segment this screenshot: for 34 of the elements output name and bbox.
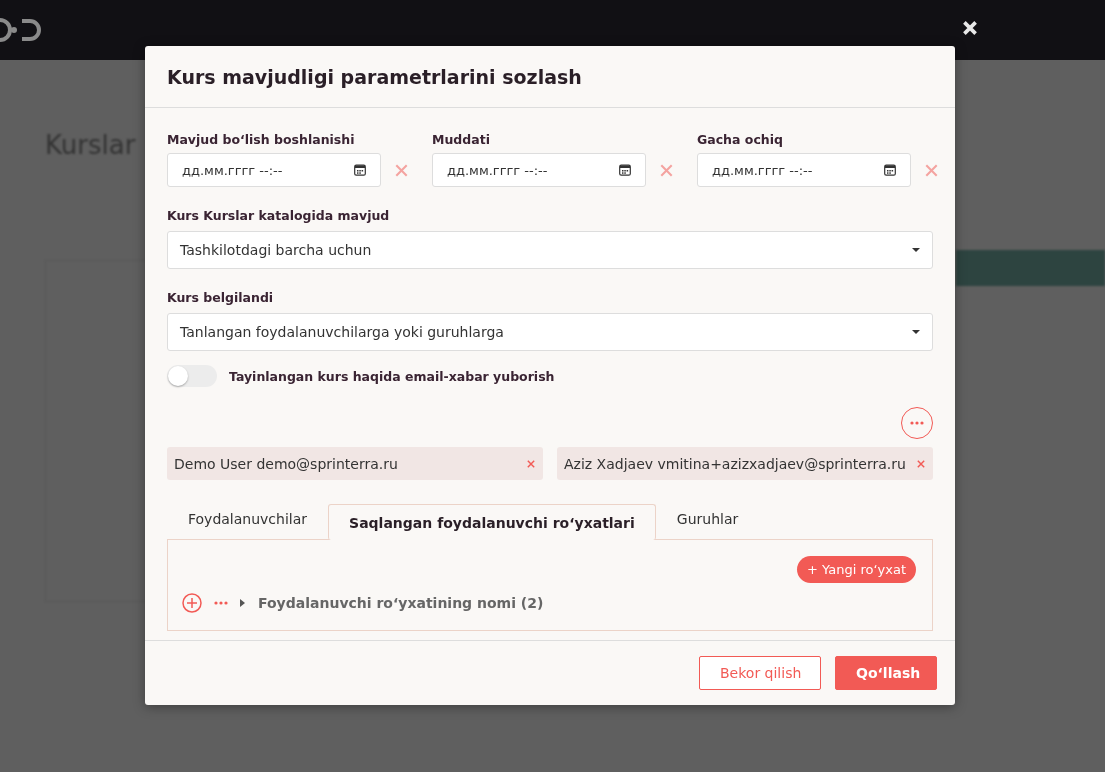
add-icon[interactable] (182, 593, 202, 613)
caret-icon (912, 248, 920, 252)
remove-icon[interactable] (917, 459, 925, 468)
chip-text: Demo User demo@sprinterra.ru (174, 455, 398, 472)
tab[interactable]: Saqlangan foydalanuvchi ro‘yxatlari (328, 504, 656, 540)
calendar-icon[interactable] (884, 164, 896, 176)
list-name[interactable]: Foydalanuvchi ro‘yxatining nomi (2) (258, 595, 544, 611)
tab[interactable]: Guruhlar (655, 497, 760, 539)
calendar-icon[interactable] (619, 164, 631, 176)
clear-icon[interactable] (395, 163, 408, 177)
more-icon[interactable] (214, 601, 228, 605)
select-field[interactable]: Tashkilotdagi barcha uchun (167, 231, 933, 269)
date-field[interactable]: дд.мм.гггг --:-- (432, 153, 646, 187)
remove-icon[interactable] (527, 459, 535, 468)
clear-icon[interactable] (660, 163, 673, 177)
clear-icon[interactable] (925, 163, 938, 177)
select-field[interactable]: Tanlangan foydalanuvchilarga yoki guruhlarga (167, 313, 933, 351)
close-icon[interactable] (963, 21, 977, 35)
tab[interactable]: Foydalanuvchilar (167, 497, 329, 539)
chip-text: Aziz Xadjaev vmitina+azizxadjaev@sprinterra.ru (564, 455, 906, 472)
caret-icon[interactable] (240, 599, 246, 607)
more-icon (910, 421, 924, 425)
field-label: Kurs Kurslar katalogida mavjud (167, 208, 390, 223)
toggle-switch[interactable] (167, 365, 217, 387)
field-label: Gacha ochiq (697, 132, 784, 147)
calendar-icon[interactable] (354, 164, 366, 176)
field-label: Mavjud bo‘lish boshlanishi (167, 132, 356, 147)
field-label: Kurs belgilandi (167, 290, 274, 305)
dialog-title: Kurs mavjudligi parametrlarini sozlash (167, 65, 582, 88)
toggle-label: Tayinlangan kurs haqida email-xabar yuborish (229, 368, 555, 384)
caret-icon (912, 330, 920, 334)
field-label: Muddati (432, 132, 491, 147)
date-field[interactable]: дд.мм.гггг --:-- (167, 153, 381, 187)
date-field[interactable]: дд.мм.гггг --:-- (697, 153, 911, 187)
